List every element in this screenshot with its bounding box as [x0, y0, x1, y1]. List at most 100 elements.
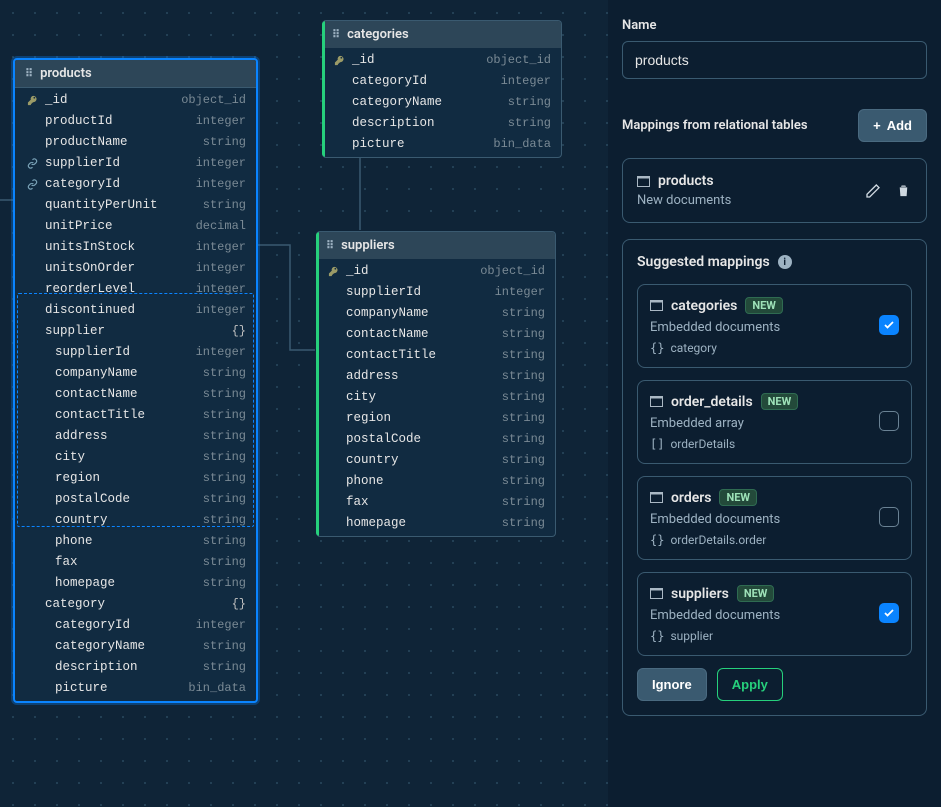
suggested-checkbox[interactable] — [879, 315, 899, 335]
suggested-checkbox[interactable] — [879, 507, 899, 527]
field-row[interactable]: categoryIdinteger — [15, 615, 256, 636]
blank-icon — [326, 307, 340, 321]
key-icon — [326, 265, 340, 279]
table-header[interactable]: ⠿ categories — [322, 21, 561, 48]
field-type: bin_data — [188, 680, 246, 697]
field-type: integer — [196, 281, 246, 298]
field-row[interactable]: discontinuedinteger — [15, 300, 256, 321]
field-row[interactable]: postalCodestring — [316, 429, 555, 450]
field-row[interactable]: countrystring — [15, 510, 256, 531]
field-row[interactable]: _idobject_id — [15, 90, 256, 111]
field-row[interactable]: contactNamestring — [316, 324, 555, 345]
field-row[interactable]: companyNamestring — [15, 363, 256, 384]
field-type: string — [502, 389, 545, 406]
field-row[interactable]: countrystring — [316, 450, 555, 471]
field-row[interactable]: picturebin_data — [322, 134, 561, 155]
field-row[interactable]: unitsInStockinteger — [15, 237, 256, 258]
blank-icon — [326, 412, 340, 426]
key-icon — [332, 54, 346, 68]
table-header[interactable]: ⠿ suppliers — [316, 232, 555, 259]
table-header[interactable]: ⠿ products — [15, 60, 256, 88]
add-button[interactable]: + Add — [858, 109, 927, 142]
suggested-path: orderDetails — [670, 437, 735, 451]
field-type: string — [502, 305, 545, 322]
field-type: string — [203, 575, 246, 592]
field-row[interactable]: regionstring — [15, 468, 256, 489]
drag-handle-icon[interactable]: ⠿ — [25, 67, 34, 80]
table-title: products — [40, 66, 92, 81]
field-type: bin_data — [493, 136, 551, 153]
table-body: _idobject_idsupplierIdintegercompanyName… — [316, 259, 555, 536]
path-type-icon: {} — [650, 533, 664, 547]
field-name: companyName — [346, 305, 502, 322]
field-type: string — [502, 473, 545, 490]
blank-icon — [25, 409, 39, 423]
field-row[interactable]: faxstring — [15, 552, 256, 573]
field-row[interactable]: phonestring — [316, 471, 555, 492]
field-row[interactable]: category{} — [15, 594, 256, 615]
field-row[interactable]: supplierIdinteger — [15, 342, 256, 363]
field-row[interactable]: contactTitlestring — [15, 405, 256, 426]
blank-icon — [25, 367, 39, 381]
blank-icon — [25, 388, 39, 402]
field-row[interactable]: _idobject_id — [322, 50, 561, 71]
field-row[interactable]: homepagestring — [316, 513, 555, 534]
field-row[interactable]: regionstring — [316, 408, 555, 429]
blank-icon — [25, 661, 39, 675]
delete-icon[interactable] — [894, 182, 912, 200]
field-row[interactable]: citystring — [316, 387, 555, 408]
field-row[interactable]: productNamestring — [15, 132, 256, 153]
drag-handle-icon[interactable]: ⠿ — [326, 239, 335, 252]
field-row[interactable]: supplierIdinteger — [15, 153, 256, 174]
field-row[interactable]: reorderLevelinteger — [15, 279, 256, 300]
field-row[interactable]: supplier{} — [15, 321, 256, 342]
field-row[interactable]: contactTitlestring — [316, 345, 555, 366]
field-row[interactable]: addressstring — [316, 366, 555, 387]
ignore-button[interactable]: Ignore — [637, 668, 707, 701]
field-row[interactable]: contactNamestring — [15, 384, 256, 405]
field-row[interactable]: categoryIdinteger — [322, 71, 561, 92]
path-type-icon: [] — [650, 437, 664, 451]
diagram-canvas[interactable]: ⠿ products _idobject_idproductIdintegerp… — [0, 0, 608, 807]
field-row[interactable]: descriptionstring — [322, 113, 561, 134]
suggested-item: order_detailsNEWEmbedded array[]orderDet… — [637, 380, 912, 464]
field-row[interactable]: productIdinteger — [15, 111, 256, 132]
table-suppliers[interactable]: ⠿ suppliers _idobject_idsupplierIdintege… — [316, 231, 556, 537]
table-categories[interactable]: ⠿ categories _idobject_idcategoryIdinteg… — [322, 20, 562, 158]
field-row[interactable]: unitsOnOrderinteger — [15, 258, 256, 279]
field-name: categoryName — [45, 638, 203, 655]
field-row[interactable]: picturebin_data — [15, 678, 256, 699]
field-name: companyName — [45, 365, 203, 382]
field-row[interactable]: companyNamestring — [316, 303, 555, 324]
field-name: country — [45, 512, 203, 529]
field-row[interactable]: addressstring — [15, 426, 256, 447]
blank-icon — [332, 96, 346, 110]
drag-handle-icon[interactable]: ⠿ — [332, 28, 341, 41]
field-type: object_id — [181, 92, 246, 109]
name-input[interactable] — [622, 41, 927, 79]
blank-icon — [326, 328, 340, 342]
field-row[interactable]: descriptionstring — [15, 657, 256, 678]
field-row[interactable]: citystring — [15, 447, 256, 468]
field-row[interactable]: homepagestring — [15, 573, 256, 594]
field-row[interactable]: unitPricedecimal — [15, 216, 256, 237]
info-icon[interactable]: i — [778, 255, 792, 269]
field-row[interactable]: phonestring — [15, 531, 256, 552]
table-products[interactable]: ⠿ products _idobject_idproductIdintegerp… — [13, 58, 258, 703]
field-row[interactable]: faxstring — [316, 492, 555, 513]
field-name: picture — [45, 680, 188, 697]
field-name: description — [352, 115, 508, 132]
field-row[interactable]: quantityPerUnitstring — [15, 195, 256, 216]
suggested-type: Embedded array — [650, 416, 879, 431]
field-row[interactable]: categoryIdinteger — [15, 174, 256, 195]
field-row[interactable]: postalCodestring — [15, 489, 256, 510]
field-type: integer — [196, 113, 246, 130]
edit-icon[interactable] — [864, 182, 882, 200]
field-row[interactable]: _idobject_id — [316, 261, 555, 282]
field-row[interactable]: supplierIdinteger — [316, 282, 555, 303]
suggested-checkbox[interactable] — [879, 411, 899, 431]
suggested-checkbox[interactable] — [879, 603, 899, 623]
apply-button[interactable]: Apply — [717, 668, 783, 701]
field-row[interactable]: categoryNamestring — [322, 92, 561, 113]
field-row[interactable]: categoryNamestring — [15, 636, 256, 657]
